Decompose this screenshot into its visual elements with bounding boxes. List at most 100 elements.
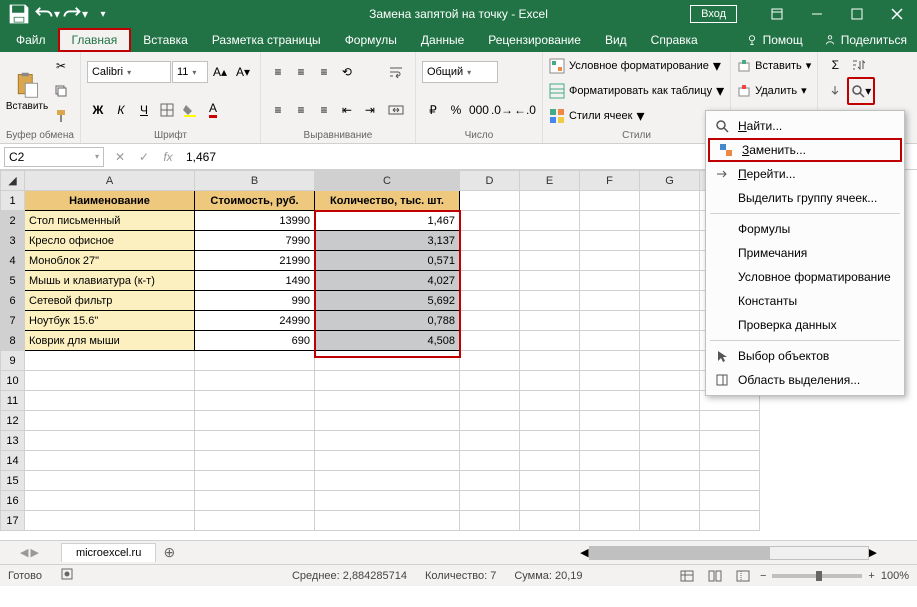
align-middle-icon[interactable]: ≡ xyxy=(290,61,312,83)
cell[interactable] xyxy=(580,431,640,451)
row-header[interactable]: 15 xyxy=(1,471,25,491)
autosum-icon[interactable]: Σ xyxy=(824,54,846,76)
cell[interactable] xyxy=(315,451,460,471)
cell[interactable] xyxy=(25,511,195,531)
menu-replace[interactable]: Заменить... xyxy=(708,138,902,162)
cell[interactable] xyxy=(460,231,520,251)
cell[interactable] xyxy=(580,491,640,511)
cell[interactable] xyxy=(640,191,700,211)
menu-validation[interactable]: Проверка данных xyxy=(706,313,904,337)
cell[interactable]: 4,508 xyxy=(315,331,460,351)
cell[interactable]: 4,027 xyxy=(315,271,460,291)
format-painter-icon[interactable] xyxy=(50,105,72,127)
cell[interactable]: 990 xyxy=(195,291,315,311)
row-header[interactable]: 6 xyxy=(1,291,25,311)
cell[interactable] xyxy=(520,391,580,411)
row-header[interactable]: 14 xyxy=(1,451,25,471)
cell[interactable] xyxy=(640,211,700,231)
menu-select-objects[interactable]: Выбор объектов xyxy=(706,344,904,368)
align-right-icon[interactable]: ≡ xyxy=(313,99,335,121)
cut-icon[interactable]: ✂ xyxy=(50,55,72,77)
fill-icon[interactable] xyxy=(824,80,846,102)
cell[interactable] xyxy=(580,471,640,491)
cell[interactable] xyxy=(520,371,580,391)
cell[interactable] xyxy=(640,231,700,251)
cell[interactable]: 3,137 xyxy=(315,231,460,251)
minimize-icon[interactable] xyxy=(797,0,837,28)
zoom-level[interactable]: 100% xyxy=(881,570,909,582)
dec-decimal-icon[interactable]: ←.0 xyxy=(514,99,536,121)
insert-cells-button[interactable]: Вставить ▾ xyxy=(737,59,811,73)
cell[interactable] xyxy=(520,231,580,251)
row-header[interactable]: 11 xyxy=(1,391,25,411)
cell[interactable] xyxy=(640,311,700,331)
horizontal-scrollbar[interactable] xyxy=(589,546,869,560)
cell[interactable]: Стоимость, руб. xyxy=(195,191,315,211)
cell[interactable] xyxy=(520,191,580,211)
cell[interactable] xyxy=(315,491,460,511)
bold-button[interactable]: Ж xyxy=(87,99,109,121)
cell[interactable]: 1,467 xyxy=(315,211,460,231)
row-header[interactable]: 13 xyxy=(1,431,25,451)
pagebreak-view-icon[interactable] xyxy=(732,567,754,585)
cell[interactable] xyxy=(520,351,580,371)
col-header[interactable]: C xyxy=(315,171,460,191)
cell[interactable] xyxy=(640,411,700,431)
cell[interactable] xyxy=(195,491,315,511)
cell[interactable]: 7990 xyxy=(195,231,315,251)
hscroll-right-icon[interactable]: ▶ xyxy=(869,546,877,559)
close-icon[interactable] xyxy=(877,0,917,28)
tell-me-button[interactable]: Помощ xyxy=(735,28,813,52)
menu-formulas[interactable]: Формулы xyxy=(706,217,904,241)
cell[interactable] xyxy=(640,511,700,531)
sheet-tab[interactable]: microexcel.ru xyxy=(61,543,156,562)
cell[interactable]: Кресло офисное xyxy=(25,231,195,251)
cell[interactable]: Стол письменный xyxy=(25,211,195,231)
col-header[interactable]: B xyxy=(195,171,315,191)
cell[interactable] xyxy=(460,311,520,331)
ribbon-options-icon[interactable] xyxy=(757,0,797,28)
orientation-icon[interactable]: ⟲ xyxy=(336,61,358,83)
cell[interactable] xyxy=(520,491,580,511)
row-header[interactable]: 9 xyxy=(1,351,25,371)
cell[interactable] xyxy=(580,411,640,431)
zoom-slider[interactable] xyxy=(772,574,862,578)
cell[interactable] xyxy=(520,271,580,291)
cell[interactable] xyxy=(195,371,315,391)
row-header[interactable]: 17 xyxy=(1,511,25,531)
cell[interactable] xyxy=(580,211,640,231)
zoom-out-icon[interactable]: − xyxy=(760,570,766,582)
cell[interactable] xyxy=(520,511,580,531)
cell[interactable] xyxy=(520,251,580,271)
tab-layout[interactable]: Разметка страницы xyxy=(200,28,333,52)
cell[interactable] xyxy=(25,471,195,491)
cell[interactable] xyxy=(460,411,520,431)
col-header[interactable]: G xyxy=(640,171,700,191)
menu-find[interactable]: Найти... xyxy=(706,114,904,138)
cell[interactable]: 0,571 xyxy=(315,251,460,271)
cell[interactable] xyxy=(460,351,520,371)
undo-icon[interactable]: ▾ xyxy=(34,2,60,26)
menu-constants[interactable]: Константы xyxy=(706,289,904,313)
cell-styles-button[interactable]: Стили ячеек ▾ xyxy=(549,106,724,126)
cell[interactable] xyxy=(700,431,760,451)
indent-inc-icon[interactable]: ⇥ xyxy=(359,99,381,121)
cell[interactable]: 1490 xyxy=(195,271,315,291)
align-bottom-icon[interactable]: ≡ xyxy=(313,61,335,83)
row-header[interactable]: 1 xyxy=(1,191,25,211)
cell[interactable] xyxy=(700,471,760,491)
cell[interactable] xyxy=(580,291,640,311)
save-icon[interactable] xyxy=(6,2,32,26)
cell[interactable] xyxy=(315,391,460,411)
customize-qat-icon[interactable]: ▾ xyxy=(90,2,116,26)
cond-format-button[interactable]: Условное форматирование ▾ xyxy=(549,56,724,76)
cell[interactable] xyxy=(315,411,460,431)
cell[interactable] xyxy=(640,451,700,471)
name-box[interactable]: C2 xyxy=(4,147,104,167)
layout-view-icon[interactable] xyxy=(704,567,726,585)
cell[interactable] xyxy=(460,371,520,391)
sort-filter-icon[interactable] xyxy=(847,54,869,76)
cell[interactable] xyxy=(195,511,315,531)
cell[interactable]: Мышь и клавиатура (к-т) xyxy=(25,271,195,291)
cell[interactable] xyxy=(460,391,520,411)
